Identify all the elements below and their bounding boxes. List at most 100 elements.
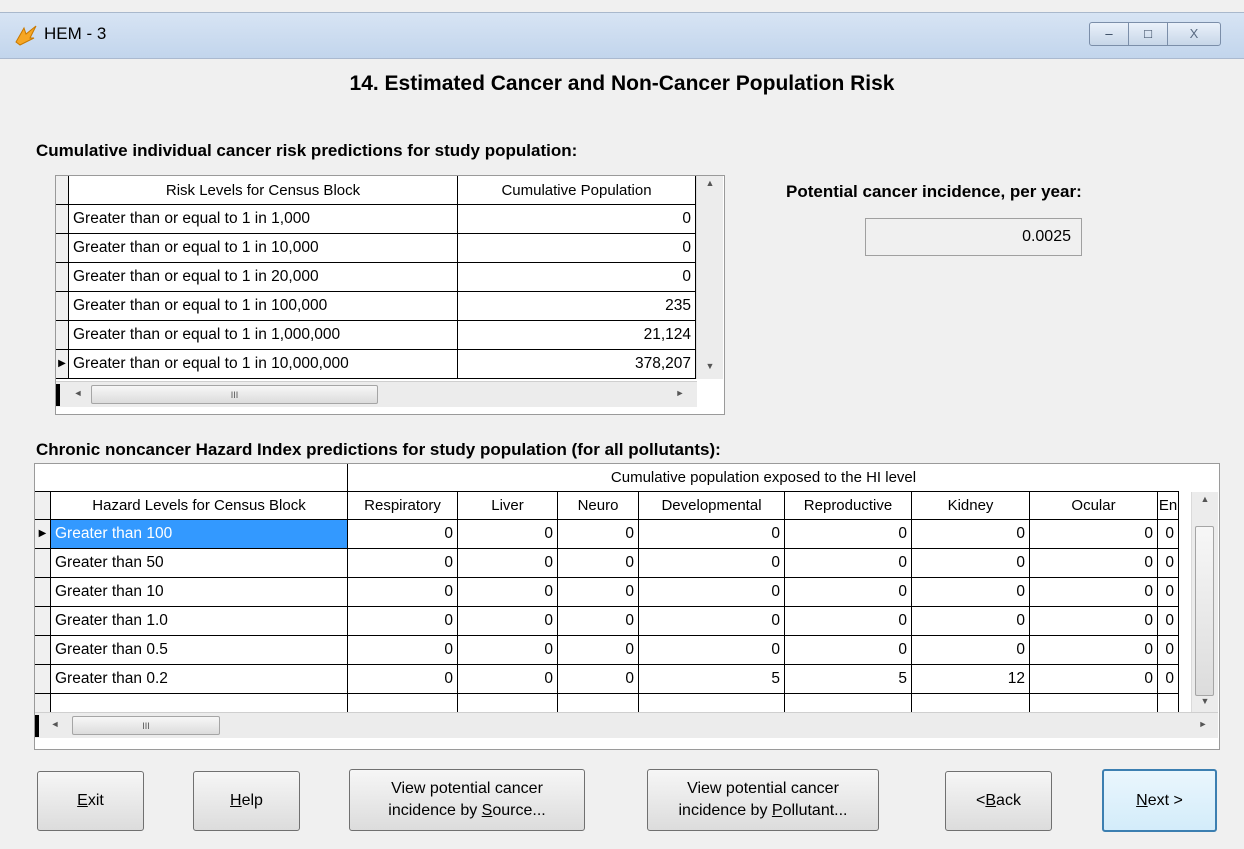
horizontal-scrollbar[interactable]: ◄ III ►: [35, 712, 1218, 738]
scroll-up-icon[interactable]: ▲: [1192, 494, 1218, 508]
hazard-value-cell[interactable]: 5: [785, 665, 912, 694]
column-header-risk-level[interactable]: Risk Levels for Census Block: [69, 176, 458, 205]
hazard-level-cell[interactable]: Greater than 50: [51, 549, 348, 578]
population-cell[interactable]: 0: [458, 205, 696, 234]
hazard-value-cell[interactable]: 0: [558, 665, 639, 694]
hazard-value-cell[interactable]: 0: [558, 578, 639, 607]
hazard-value-cell[interactable]: 0: [785, 607, 912, 636]
view-incidence-by-pollutant-button[interactable]: View potential cancer incidence by Pollu…: [647, 769, 879, 831]
vertical-scrollbar[interactable]: ▲ ▼: [696, 176, 723, 379]
row-header[interactable]: [35, 665, 51, 694]
row-header[interactable]: [56, 205, 69, 234]
hazard-level-cell[interactable]: Greater than 10: [51, 578, 348, 607]
back-button[interactable]: < Back: [945, 771, 1052, 831]
hazard-value-cell[interactable]: 0: [1158, 549, 1179, 578]
scroll-down-icon[interactable]: ▼: [1192, 696, 1218, 710]
hazard-value-cell[interactable]: 0: [785, 578, 912, 607]
hazard-value-cell[interactable]: 0: [348, 520, 458, 549]
hazard-value-cell[interactable]: 0: [639, 578, 785, 607]
risk-level-cell[interactable]: Greater than or equal to 1 in 1,000: [69, 205, 458, 234]
column-header[interactable]: Reproductive: [785, 492, 912, 520]
hazard-value-cell[interactable]: 0: [912, 578, 1030, 607]
hazard-value-cell[interactable]: 0: [639, 607, 785, 636]
population-cell[interactable]: 235: [458, 292, 696, 321]
hazard-value-cell[interactable]: 0: [785, 636, 912, 665]
help-button[interactable]: Help: [193, 771, 300, 831]
hazard-index-grid[interactable]: Cumulative population exposed to the HI …: [34, 463, 1220, 750]
scroll-thumb[interactable]: III: [91, 385, 378, 404]
row-header[interactable]: ▶: [56, 350, 69, 379]
new-row-cell[interactable]: [912, 694, 1030, 712]
hazard-value-cell[interactable]: 0: [1158, 578, 1179, 607]
column-header-cumulative-population[interactable]: Cumulative Population: [458, 176, 696, 205]
cancer-risk-grid[interactable]: Risk Levels for Census Block Cumulative P…: [55, 175, 725, 415]
hazard-value-cell[interactable]: 5: [639, 665, 785, 694]
hazard-value-cell[interactable]: 0: [912, 636, 1030, 665]
risk-level-cell[interactable]: Greater than or equal to 1 in 20,000: [69, 263, 458, 292]
hazard-value-cell[interactable]: 0: [558, 549, 639, 578]
hazard-value-cell[interactable]: 0: [639, 549, 785, 578]
hazard-value-cell[interactable]: 0: [558, 520, 639, 549]
new-row-header[interactable]: [35, 694, 51, 712]
risk-level-cell[interactable]: Greater than or equal to 1 in 10,000: [69, 234, 458, 263]
population-cell[interactable]: 0: [458, 263, 696, 292]
scroll-left-icon[interactable]: ◄: [47, 719, 63, 733]
row-header[interactable]: [56, 292, 69, 321]
hazard-value-cell[interactable]: 0: [1158, 665, 1179, 694]
population-cell[interactable]: 378,207: [458, 350, 696, 379]
scroll-down-icon[interactable]: ▼: [697, 361, 723, 375]
row-header[interactable]: [35, 607, 51, 636]
hazard-value-cell[interactable]: 0: [912, 549, 1030, 578]
hazard-value-cell[interactable]: 0: [558, 607, 639, 636]
hazard-level-cell[interactable]: Greater than 0.2: [51, 665, 348, 694]
hazard-value-cell[interactable]: 0: [458, 520, 558, 549]
row-header[interactable]: ▶: [35, 520, 51, 549]
close-button[interactable]: X: [1167, 22, 1221, 46]
hazard-value-cell[interactable]: 0: [639, 520, 785, 549]
row-header[interactable]: [56, 263, 69, 292]
scroll-right-icon[interactable]: ►: [672, 388, 688, 402]
hazard-level-cell[interactable]: Greater than 1.0: [51, 607, 348, 636]
hazard-value-cell[interactable]: 0: [348, 549, 458, 578]
hazard-value-cell[interactable]: 0: [348, 607, 458, 636]
hazard-value-cell[interactable]: 0: [348, 665, 458, 694]
new-row-cell[interactable]: [51, 694, 348, 712]
hazard-value-cell[interactable]: 0: [1030, 549, 1158, 578]
vertical-scrollbar[interactable]: ▲ ▼: [1191, 492, 1218, 712]
new-row-cell[interactable]: [1030, 694, 1158, 712]
scroll-thumb-vertical[interactable]: [1195, 526, 1214, 696]
hazard-value-cell[interactable]: 0: [1030, 607, 1158, 636]
hazard-value-cell[interactable]: 0: [1030, 665, 1158, 694]
new-row-cell[interactable]: [785, 694, 912, 712]
column-header[interactable]: En: [1158, 492, 1179, 520]
hazard-value-cell[interactable]: 0: [458, 549, 558, 578]
row-header[interactable]: [35, 636, 51, 665]
hazard-value-cell[interactable]: 0: [785, 520, 912, 549]
maximize-button[interactable]: □: [1128, 22, 1168, 46]
title-bar[interactable]: HEM - 3 – □ X: [0, 13, 1244, 59]
hazard-value-cell[interactable]: 0: [458, 607, 558, 636]
new-row-cell[interactable]: [348, 694, 458, 712]
column-header[interactable]: Neuro: [558, 492, 639, 520]
column-header[interactable]: Liver: [458, 492, 558, 520]
column-header[interactable]: Ocular: [1030, 492, 1158, 520]
hazard-value-cell[interactable]: 0: [1030, 520, 1158, 549]
minimize-button[interactable]: –: [1089, 22, 1129, 46]
hazard-value-cell[interactable]: 0: [912, 520, 1030, 549]
column-header[interactable]: Kidney: [912, 492, 1030, 520]
scroll-left-icon[interactable]: ◄: [70, 388, 86, 402]
hazard-value-cell[interactable]: 12: [912, 665, 1030, 694]
hazard-value-cell[interactable]: 0: [912, 607, 1030, 636]
horizontal-scrollbar[interactable]: ◄ III ►: [56, 381, 697, 407]
hazard-value-cell[interactable]: 0: [458, 578, 558, 607]
view-incidence-by-source-button[interactable]: View potential cancer incidence by Sourc…: [349, 769, 585, 831]
population-cell[interactable]: 21,124: [458, 321, 696, 350]
hazard-value-cell[interactable]: 0: [1030, 578, 1158, 607]
column-header[interactable]: Hazard Levels for Census Block: [51, 492, 348, 520]
risk-level-cell[interactable]: Greater than or equal to 1 in 10,000,000: [69, 350, 458, 379]
hazard-value-cell[interactable]: 0: [1030, 636, 1158, 665]
hazard-value-cell[interactable]: 0: [458, 665, 558, 694]
hazard-value-cell[interactable]: 0: [639, 636, 785, 665]
hazard-value-cell[interactable]: 0: [1158, 636, 1179, 665]
hazard-value-cell[interactable]: 0: [785, 549, 912, 578]
